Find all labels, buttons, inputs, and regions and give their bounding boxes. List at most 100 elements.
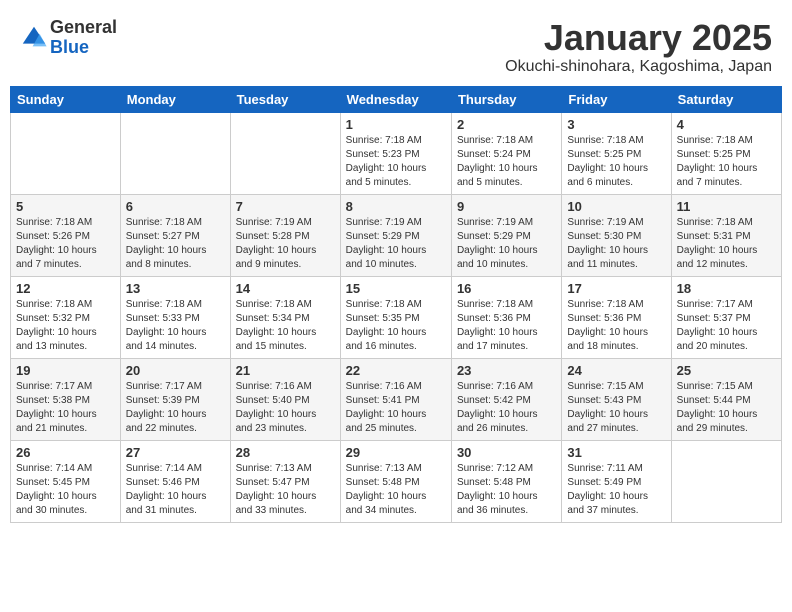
day-number: 26 — [16, 445, 115, 460]
day-info: Sunrise: 7:11 AM Sunset: 5:49 PM Dayligh… — [567, 462, 665, 518]
day-number: 22 — [346, 363, 446, 378]
col-header-monday: Monday — [120, 86, 230, 112]
calendar-cell: 20Sunrise: 7:17 AM Sunset: 5:39 PM Dayli… — [120, 358, 230, 440]
day-info: Sunrise: 7:14 AM Sunset: 5:46 PM Dayligh… — [126, 462, 225, 518]
calendar-cell: 14 Sunrise: 7:18 AM Sunset: 5:34 PM Dayli… — [230, 276, 340, 358]
day-number: 24 — [567, 363, 665, 378]
day-info: Sunrise: 7:18 AM Sunset: 5:36 PM Dayligh… — [457, 298, 556, 354]
calendar-cell: 25 Sunrise: 7:15 AM Sunset: 5:44 PM Dayli… — [671, 358, 781, 440]
day-number: 5 — [16, 199, 115, 214]
day-info: Sunrise: 7:18 AM Sunset: 5:27 PM Dayligh… — [126, 216, 225, 272]
day-info: Sunrise: 7:13 AM Sunset: 5:47 PM Dayligh… — [236, 462, 335, 518]
calendar-cell — [11, 112, 121, 194]
day-info: Sunrise: 7:18 AM Sunset: 5:36 PM Dayligh… — [567, 298, 665, 354]
day-number: 31 — [567, 445, 665, 460]
calendar-cell: 19Sunrise: 7:17 AM Sunset: 5:38 PM Dayli… — [11, 358, 121, 440]
day-info: Sunrise: 7:13 AM Sunset: 5:48 PM Dayligh… — [346, 462, 446, 518]
day-number: 18 — [677, 281, 776, 296]
day-info: Sunrise: 7:18 AM Sunset: 5:31 PM Dayligh… — [677, 216, 776, 272]
day-info: Sunrise: 7:16 AM Sunset: 5:42 PM Dayligh… — [457, 380, 556, 436]
day-number: 4 — [677, 117, 776, 132]
day-info: Sunrise: 7:14 AM Sunset: 5:45 PM Dayligh… — [16, 462, 115, 518]
day-number: 7 — [236, 199, 335, 214]
day-number: 16 — [457, 281, 556, 296]
calendar-cell: 23 Sunrise: 7:16 AM Sunset: 5:42 PM Dayli… — [451, 358, 561, 440]
day-info: Sunrise: 7:16 AM Sunset: 5:40 PM Dayligh… — [236, 380, 335, 436]
day-number: 28 — [236, 445, 335, 460]
day-number: 3 — [567, 117, 665, 132]
calendar-cell: 27Sunrise: 7:14 AM Sunset: 5:46 PM Dayli… — [120, 440, 230, 522]
day-number: 9 — [457, 199, 556, 214]
calendar-cell: 24Sunrise: 7:15 AM Sunset: 5:43 PM Dayli… — [562, 358, 671, 440]
title-section: January 2025 Okuchi-shinohara, Kagoshima… — [505, 18, 772, 76]
day-info: Sunrise: 7:18 AM Sunset: 5:25 PM Dayligh… — [567, 134, 665, 190]
day-number: 20 — [126, 363, 225, 378]
calendar-cell: 22Sunrise: 7:16 AM Sunset: 5:41 PM Dayli… — [340, 358, 451, 440]
logo: General Blue — [20, 18, 117, 58]
day-info: Sunrise: 7:17 AM Sunset: 5:37 PM Dayligh… — [677, 298, 776, 354]
calendar-cell: 11 Sunrise: 7:18 AM Sunset: 5:31 PM Dayli… — [671, 194, 781, 276]
day-number: 6 — [126, 199, 225, 214]
logo-icon — [20, 24, 48, 52]
header-row: SundayMondayTuesdayWednesdayThursdayFrid… — [11, 86, 782, 112]
day-number: 13 — [126, 281, 225, 296]
calendar-subtitle: Okuchi-shinohara, Kagoshima, Japan — [505, 58, 772, 76]
calendar-cell: 9 Sunrise: 7:19 AM Sunset: 5:29 PM Daylig… — [451, 194, 561, 276]
calendar-title: January 2025 — [505, 18, 772, 58]
day-info: Sunrise: 7:19 AM Sunset: 5:30 PM Dayligh… — [567, 216, 665, 272]
day-number: 30 — [457, 445, 556, 460]
calendar-cell: 1 Sunrise: 7:18 AM Sunset: 5:23 PM Daylig… — [340, 112, 451, 194]
calendar-cell: 30 Sunrise: 7:12 AM Sunset: 5:48 PM Dayli… — [451, 440, 561, 522]
calendar-cell: 26 Sunrise: 7:14 AM Sunset: 5:45 PM Dayli… — [11, 440, 121, 522]
calendar-cell — [671, 440, 781, 522]
calendar-cell — [230, 112, 340, 194]
calendar-row: 1 Sunrise: 7:18 AM Sunset: 5:23 PM Daylig… — [11, 112, 782, 194]
logo-general: General — [50, 18, 117, 38]
calendar-row: 19Sunrise: 7:17 AM Sunset: 5:38 PM Dayli… — [11, 358, 782, 440]
day-info: Sunrise: 7:17 AM Sunset: 5:38 PM Dayligh… — [16, 380, 115, 436]
day-info: Sunrise: 7:12 AM Sunset: 5:48 PM Dayligh… — [457, 462, 556, 518]
calendar-cell: 6 Sunrise: 7:18 AM Sunset: 5:27 PM Daylig… — [120, 194, 230, 276]
calendar-cell: 10Sunrise: 7:19 AM Sunset: 5:30 PM Dayli… — [562, 194, 671, 276]
calendar-cell: 5Sunrise: 7:18 AM Sunset: 5:26 PM Daylig… — [11, 194, 121, 276]
day-info: Sunrise: 7:19 AM Sunset: 5:29 PM Dayligh… — [346, 216, 446, 272]
day-number: 14 — [236, 281, 335, 296]
calendar-row: 5Sunrise: 7:18 AM Sunset: 5:26 PM Daylig… — [11, 194, 782, 276]
calendar-cell: 12 Sunrise: 7:18 AM Sunset: 5:32 PM Dayli… — [11, 276, 121, 358]
day-number: 17 — [567, 281, 665, 296]
day-number: 12 — [16, 281, 115, 296]
calendar-table: SundayMondayTuesdayWednesdayThursdayFrid… — [10, 86, 782, 523]
col-header-saturday: Saturday — [671, 86, 781, 112]
col-header-tuesday: Tuesday — [230, 86, 340, 112]
calendar-cell: 17 Sunrise: 7:18 AM Sunset: 5:36 PM Dayli… — [562, 276, 671, 358]
calendar-cell: 29 Sunrise: 7:13 AM Sunset: 5:48 PM Dayli… — [340, 440, 451, 522]
day-info: Sunrise: 7:18 AM Sunset: 5:23 PM Dayligh… — [346, 134, 446, 190]
page-header: General Blue January 2025 Okuchi-shinoha… — [10, 10, 782, 80]
col-header-thursday: Thursday — [451, 86, 561, 112]
day-number: 8 — [346, 199, 446, 214]
day-info: Sunrise: 7:18 AM Sunset: 5:33 PM Dayligh… — [126, 298, 225, 354]
day-info: Sunrise: 7:19 AM Sunset: 5:28 PM Dayligh… — [236, 216, 335, 272]
day-info: Sunrise: 7:15 AM Sunset: 5:44 PM Dayligh… — [677, 380, 776, 436]
col-header-friday: Friday — [562, 86, 671, 112]
day-info: Sunrise: 7:19 AM Sunset: 5:29 PM Dayligh… — [457, 216, 556, 272]
day-number: 29 — [346, 445, 446, 460]
calendar-cell: 7 Sunrise: 7:19 AM Sunset: 5:28 PM Daylig… — [230, 194, 340, 276]
day-number: 2 — [457, 117, 556, 132]
col-header-wednesday: Wednesday — [340, 86, 451, 112]
calendar-cell — [120, 112, 230, 194]
calendar-cell: 4Sunrise: 7:18 AM Sunset: 5:25 PM Daylig… — [671, 112, 781, 194]
day-info: Sunrise: 7:18 AM Sunset: 5:32 PM Dayligh… — [16, 298, 115, 354]
day-info: Sunrise: 7:18 AM Sunset: 5:34 PM Dayligh… — [236, 298, 335, 354]
day-number: 11 — [677, 199, 776, 214]
day-number: 21 — [236, 363, 335, 378]
calendar-cell: 15Sunrise: 7:18 AM Sunset: 5:35 PM Dayli… — [340, 276, 451, 358]
day-number: 1 — [346, 117, 446, 132]
calendar-cell: 13 Sunrise: 7:18 AM Sunset: 5:33 PM Dayli… — [120, 276, 230, 358]
calendar-cell: 8 Sunrise: 7:19 AM Sunset: 5:29 PM Daylig… — [340, 194, 451, 276]
day-number: 23 — [457, 363, 556, 378]
calendar-cell: 2Sunrise: 7:18 AM Sunset: 5:24 PM Daylig… — [451, 112, 561, 194]
day-number: 15 — [346, 281, 446, 296]
day-number: 25 — [677, 363, 776, 378]
calendar-cell: 16 Sunrise: 7:18 AM Sunset: 5:36 PM Dayli… — [451, 276, 561, 358]
